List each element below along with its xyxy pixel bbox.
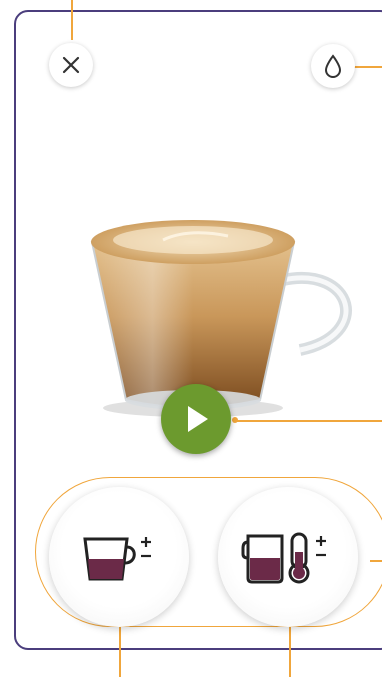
coffee-volume-button[interactable] bbox=[49, 487, 189, 627]
cup-volume-plus-minus-icon bbox=[79, 529, 159, 585]
milk-jug-thermometer-plus-minus-icon bbox=[240, 528, 336, 586]
cappuccino-cup-image bbox=[78, 210, 373, 425]
close-button[interactable] bbox=[49, 43, 93, 87]
close-icon bbox=[59, 53, 83, 77]
start-brew-button[interactable] bbox=[161, 384, 231, 454]
milk-temperature-button[interactable] bbox=[218, 487, 358, 627]
play-icon bbox=[181, 403, 211, 435]
water-button[interactable] bbox=[311, 44, 355, 88]
annotation-line-close bbox=[71, 0, 73, 40]
water-drop-icon bbox=[322, 53, 344, 79]
